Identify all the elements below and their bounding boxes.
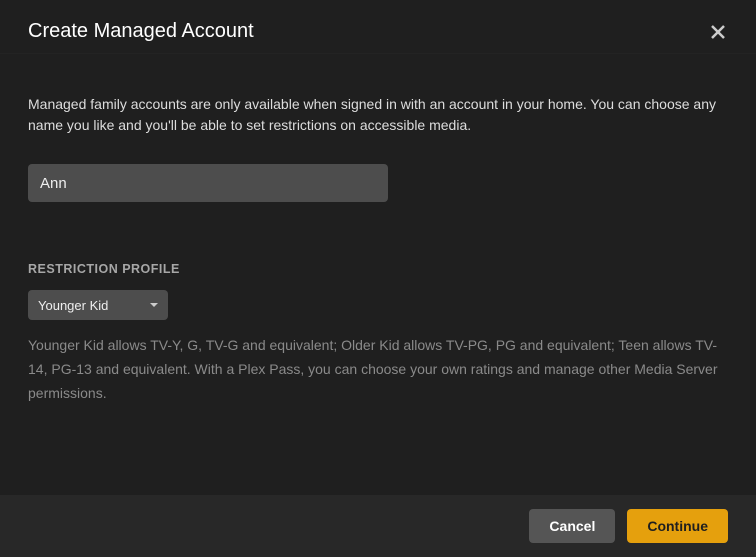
continue-button[interactable]: Continue [627,509,728,543]
restriction-profile-label: RESTRICTION PROFILE [28,262,728,276]
restriction-help-text: Younger Kid allows TV-Y, G, TV-G and equ… [28,334,728,405]
restriction-profile-select[interactable]: Younger Kid [28,290,168,320]
cancel-button[interactable]: Cancel [529,509,615,543]
close-icon [711,25,725,39]
description-text: Managed family accounts are only availab… [28,94,728,136]
restriction-profile-select-wrap: Younger Kid [28,290,168,320]
dialog-header: Create Managed Account [0,0,756,54]
name-input[interactable] [28,164,388,202]
dialog-content: Managed family accounts are only availab… [0,54,756,495]
dialog-title: Create Managed Account [28,20,254,43]
dialog-footer: Cancel Continue [0,495,756,557]
close-button[interactable] [708,22,728,42]
